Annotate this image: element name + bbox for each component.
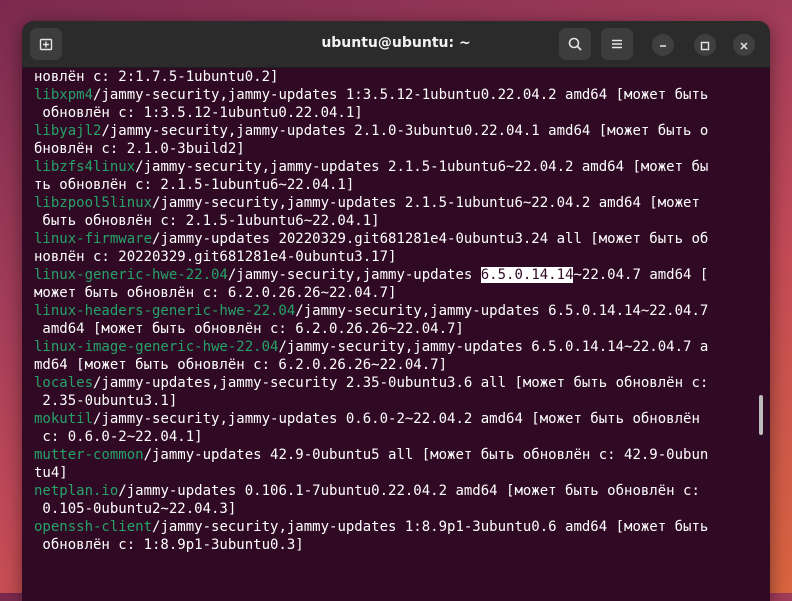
line-text: обновлён с: 1:3.5.12-1ubuntu0.22.04.1] <box>34 105 363 121</box>
terminal-line: libyajl2/jammy-security,jammy-updates 2.… <box>34 122 758 140</box>
package-name: linux-generic-hwe-22.04 <box>34 267 228 283</box>
package-name: libzpool5linux <box>34 195 153 211</box>
package-name: libzfs4linux <box>34 159 136 175</box>
terminal-line: обновлён с: 1:8.9p1-3ubuntu0.3] <box>34 536 758 554</box>
line-text: /jammy-security,jammy-updates 6.5.0.14.1… <box>295 303 709 319</box>
line-text: 0.105-0ubuntu2~22.04.3] <box>34 501 237 517</box>
minimize-icon <box>658 36 668 55</box>
package-name: libxpm4 <box>34 87 94 103</box>
terminal-line: с: 0.6.0-2~22.04.1] <box>34 428 758 446</box>
line-text-after: ~22.04.7 amd64 [ <box>573 267 709 283</box>
line-text: быть обновлён с: 2.1.5-1ubuntu6~22.04.1] <box>34 213 380 229</box>
terminal-line: linux-headers-generic-hwe-22.04/jammy-se… <box>34 302 758 320</box>
close-icon <box>739 36 749 55</box>
package-name: libyajl2 <box>34 123 102 139</box>
terminal-line: может быть обновлён с: 6.2.0.26.26~22.04… <box>34 284 758 302</box>
terminal-line: linux-image-generic-hwe-22.04/jammy-secu… <box>34 338 758 356</box>
terminal-line: 2.35-0ubuntu3.1] <box>34 392 758 410</box>
package-name: linux-headers-generic-hwe-22.04 <box>34 303 296 319</box>
terminal-line: locales/jammy-updates,jammy-security 2.3… <box>34 374 758 392</box>
package-name: mokutil <box>34 411 94 427</box>
maximize-icon <box>700 36 710 55</box>
terminal-line: libzpool5linux/jammy-security,jammy-upda… <box>34 194 758 212</box>
line-text: /jammy-security,jammy-updates 6.5.0.14.1… <box>278 339 709 355</box>
terminal-line: mutter-common/jammy-updates 42.9-0ubuntu… <box>34 446 758 464</box>
terminal-line: новлён с: 20220329.git681281e4-0ubuntu3.… <box>34 248 758 266</box>
line-text: tu4] <box>34 465 68 481</box>
line-text: может быть обновлён с: 6.2.0.26.26~22.04… <box>34 285 397 301</box>
terminal-line: обновлён с: 1:3.5.12-1ubuntu0.22.04.1] <box>34 104 758 122</box>
line-text: /jammy-security,jammy-updates <box>227 267 481 283</box>
package-name: netplan.io <box>34 483 119 499</box>
maximize-button[interactable] <box>694 34 716 56</box>
header-bar: ubuntu@ubuntu: ~ <box>22 21 770 68</box>
terminal-output[interactable]: новлён с: 2:1.7.5-1ubuntu0.2] libxpm4/jam… <box>34 68 758 601</box>
line-text: /jammy-updates 0.106.1-7ubuntu0.22.04.2 … <box>118 483 700 499</box>
terminal-line: бновлён с: 2.1.0-3build2] <box>34 140 758 158</box>
terminal-line: tu4] <box>34 464 758 482</box>
line-text: /jammy-security,jammy-updates 1:8.9p1-3u… <box>152 519 709 535</box>
terminal-line: 0.105-0ubuntu2~22.04.3] <box>34 500 758 518</box>
package-name: mutter-common <box>34 447 144 463</box>
line-text: /jammy-updates 42.9-0ubuntu5 all [может … <box>143 447 709 463</box>
terminal-line: md64 [может быть обновлён с: 6.2.0.26.26… <box>34 356 758 374</box>
line-text: с: 0.6.0-2~22.04.1] <box>34 429 203 445</box>
line-text: обновлён с: 1:8.9p1-3ubuntu0.3] <box>34 537 304 553</box>
terminal-line: новлён с: 2:1.7.5-1ubuntu0.2] <box>34 68 758 86</box>
minimize-button[interactable] <box>652 34 674 56</box>
terminal-line: openssh-client/jammy-security,jammy-upda… <box>34 518 758 536</box>
line-text: /jammy-security,jammy-updates 2.1.5-1ubu… <box>135 159 709 175</box>
line-text: /jammy-security,jammy-updates 0.6.0-2~22… <box>93 411 700 427</box>
package-name: linux-image-generic-hwe-22.04 <box>34 339 279 355</box>
line-text: новлён с: 20220329.git681281e4-0ubuntu3.… <box>34 249 397 265</box>
line-text: новлён с: 2:1.7.5-1ubuntu0.2] <box>34 69 279 85</box>
terminal-line: linux-firmware/jammy-updates 20220329.gi… <box>34 230 758 248</box>
menu-button[interactable] <box>601 28 633 60</box>
line-text: 2.35-0ubuntu3.1] <box>34 393 178 409</box>
package-name: linux-firmware <box>34 231 153 247</box>
terminal-line: ть обновлён с: 2.1.5-1ubuntu6~22.04.1] <box>34 176 758 194</box>
terminal-line: netplan.io/jammy-updates 0.106.1-7ubuntu… <box>34 482 758 500</box>
package-name: locales <box>34 375 94 391</box>
line-text: amd64 [может быть обновлён с: 6.2.0.26.2… <box>34 321 464 337</box>
hamburger-menu-icon <box>609 36 625 52</box>
scrollbar-thumb[interactable] <box>759 395 763 435</box>
terminal-line: mokutil/jammy-security,jammy-updates 0.6… <box>34 410 758 428</box>
line-text: /jammy-security,jammy-updates 2.1.0-3ubu… <box>101 123 709 139</box>
line-text: /jammy-security,jammy-updates 2.1.5-1ubu… <box>152 195 700 211</box>
close-button[interactable] <box>733 34 755 56</box>
terminal-window: ubuntu@ubuntu: ~ новлён с: 2:1.7.5-1ubun… <box>22 21 770 601</box>
package-name: openssh-client <box>34 519 153 535</box>
line-text: /jammy-updates,jammy-security 2.35-0ubun… <box>93 375 709 391</box>
line-text: бновлён с: 2.1.0-3build2] <box>34 141 245 157</box>
terminal-line: libzfs4linux/jammy-security,jammy-update… <box>34 158 758 176</box>
terminal-line: быть обновлён с: 2.1.5-1ubuntu6~22.04.1] <box>34 212 758 230</box>
line-text: ть обновлён с: 2.1.5-1ubuntu6~22.04.1] <box>34 177 355 193</box>
selected-text: 6.5.0.14.14 <box>480 267 574 283</box>
line-text: md64 [может быть обновлён с: 6.2.0.26.26… <box>34 357 448 373</box>
search-icon <box>567 36 583 52</box>
line-text: /jammy-updates 20220329.git681281e4-0ubu… <box>152 231 709 247</box>
line-text: /jammy-security,jammy-updates 1:3.5.12-1… <box>93 87 709 103</box>
search-button[interactable] <box>559 28 591 60</box>
terminal-line: linux-generic-hwe-22.04/jammy-security,j… <box>34 266 758 284</box>
terminal-line: amd64 [может быть обновлён с: 6.2.0.26.2… <box>34 320 758 338</box>
terminal-line: libxpm4/jammy-security,jammy-updates 1:3… <box>34 86 758 104</box>
